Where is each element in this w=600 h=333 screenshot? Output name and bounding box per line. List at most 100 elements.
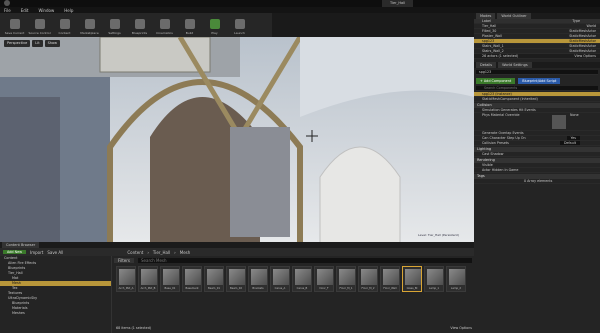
chevron-right-icon: › [147,249,149,255]
source-control-icon [34,19,45,29]
view-options-button[interactable]: View Options [574,54,596,58]
asset-tile[interactable]: Carve_B [292,266,312,292]
asset-tile[interactable]: Door_F [314,266,334,292]
blueprint-script-button[interactable]: Blueprint/Add Script [518,78,561,84]
save-button[interactable]: Save Current [3,15,26,35]
tab-content-browser[interactable]: Content Browser [2,242,40,248]
build-button[interactable]: Build [178,15,201,35]
asset-tile[interactable]: Beam_01 [204,266,224,292]
asset-tile[interactable]: Floor_M_2 [358,266,378,292]
folder-item[interactable]: Meshes [0,311,111,316]
launch-icon [234,19,245,29]
viewport-toolbar: Perspective Lit Show [4,40,61,47]
right-panel: Modes World Outliner Label Type Tier_Hal… [474,13,600,333]
blueprints-button[interactable]: Blueprints [128,15,151,35]
breadcrumb-tier-hall[interactable]: Tier_Hall [153,250,170,255]
hidden-in-game-row: Actor Hidden In Game [474,168,600,173]
details-actions: + Add Component Blueprint/Add Script [474,77,600,85]
material-thumbnail[interactable] [552,115,566,129]
breadcrumb-content[interactable]: Content [127,250,143,255]
outliner-footer: 26 actors (1 selected) View Options [474,54,600,59]
step-up-dropdown[interactable]: Yes [566,136,580,140]
actor-name-field[interactable]: spg123 [476,70,598,75]
presets-row: Collision Presets Default [474,141,600,146]
engine-logo-icon [4,0,10,6]
import-button[interactable]: Import [30,250,43,255]
tab-world-settings[interactable]: World Settings [498,62,532,68]
folder-tree: Content Alien Fire Effects Blueprints Ti… [0,256,112,333]
asset-grid: Arch_Mid_A Arch_Mid_B Base_01 Basement B… [116,266,472,324]
level-status: Level: Tier_Hall (Persistent) [418,233,459,237]
add-component-button[interactable]: + Add Component [476,78,516,84]
asset-tile[interactable]: Lamp_1 [424,266,444,292]
show-button[interactable]: Show [44,40,61,47]
white-arch [319,146,401,242]
details-tabs: Details World Settings [474,62,600,68]
menu-file[interactable]: File [4,8,11,13]
asset-tile[interactable]: Lamp_2 [446,266,466,292]
asset-tile[interactable]: Beam_02 [226,266,246,292]
launch-button[interactable]: Launch [228,15,251,35]
level-viewport[interactable]: Perspective Lit Show Level: Tier_Hall (P… [0,37,474,242]
item-count: 68 items (1 selected) [116,326,152,330]
breadcrumb-mesh[interactable]: Mesh [180,250,191,255]
add-new-button[interactable]: Add New [3,250,27,254]
clapper-icon [159,19,170,29]
title-bar: Tier_Hall [0,0,600,7]
scene-render [0,37,474,242]
asset-tile[interactable]: Arch_Mid_A [116,266,136,292]
asset-tile[interactable]: Basement [182,266,202,292]
content-button[interactable]: Content [53,15,76,35]
save-icon [9,19,20,29]
asset-tile[interactable]: Carve_A [270,266,290,292]
content-icon [59,19,70,29]
asset-tile[interactable]: Brackets [248,266,268,292]
menu-window[interactable]: Window [38,8,54,13]
gear-icon [109,19,120,29]
play-icon [209,19,220,29]
content-view-options[interactable]: View Options [450,326,472,332]
col-label[interactable]: Label [482,19,491,23]
lit-button[interactable]: Lit [32,40,43,47]
phys-material-row: Phys Material Override None [474,113,600,131]
presets-dropdown[interactable]: Default [559,141,580,145]
build-icon [184,19,195,29]
blueprint-icon [134,19,145,29]
content-toolbar: Add New Import Save All Content › Tier_H… [0,248,474,256]
chevron-right-icon: › [174,249,176,255]
tags-value: 0 Array elements [474,179,600,184]
menu-edit[interactable]: Edit [21,8,29,13]
asset-tile[interactable]: Floor_M_1 [336,266,356,292]
settings-button[interactable]: Settings [103,15,126,35]
content-status-bar: 68 items (1 selected) View Options [116,326,472,332]
asset-tile[interactable]: Arch_Mid_B [138,266,158,292]
outliner-list: Tier_Hall World Filled_30 StaticMeshActor … [474,24,600,54]
main-toolbar: Save Current Source Control Content Mark… [0,13,272,37]
level-tab[interactable]: Tier_Hall [382,0,414,7]
ceiling-panel [99,37,211,73]
asset-tile[interactable]: Base_01 [160,266,180,292]
component-search[interactable]: Search Components [476,86,598,91]
tab-details[interactable]: Details [476,62,497,68]
filters-button[interactable]: Filters [114,258,134,263]
tab-world-outliner[interactable]: World Outliner [497,13,531,19]
menu-help[interactable]: Help [64,8,73,13]
cast-shadow: Cast Shadow [474,152,600,157]
phys-material-value[interactable]: None [570,113,579,118]
play-button[interactable]: Play [203,15,226,35]
search-input[interactable]: Search Mesh [138,258,472,263]
source-control-button[interactable]: Source Control [28,15,51,35]
stone-wall-shadow [0,97,60,242]
content-browser: Content Browser Add New Import Save All … [0,242,474,333]
tiled-wall [230,127,290,237]
cinematics-button[interactable]: Cinematics [153,15,176,35]
asset-filter-bar: Filters Search Mesh [114,257,472,264]
asset-tile-selected[interactable]: Glass_Bl [402,266,422,292]
perspective-button[interactable]: Perspective [4,40,31,47]
component-mesh[interactable]: StaticMeshComponent (Inherited) [474,97,600,102]
col-type[interactable]: Type [572,19,580,23]
marketplace-button[interactable]: Marketplace [78,15,101,35]
save-all-button[interactable]: Save All [47,250,63,255]
marketplace-icon [84,19,95,29]
asset-tile[interactable]: Floor_Wall [380,266,400,292]
